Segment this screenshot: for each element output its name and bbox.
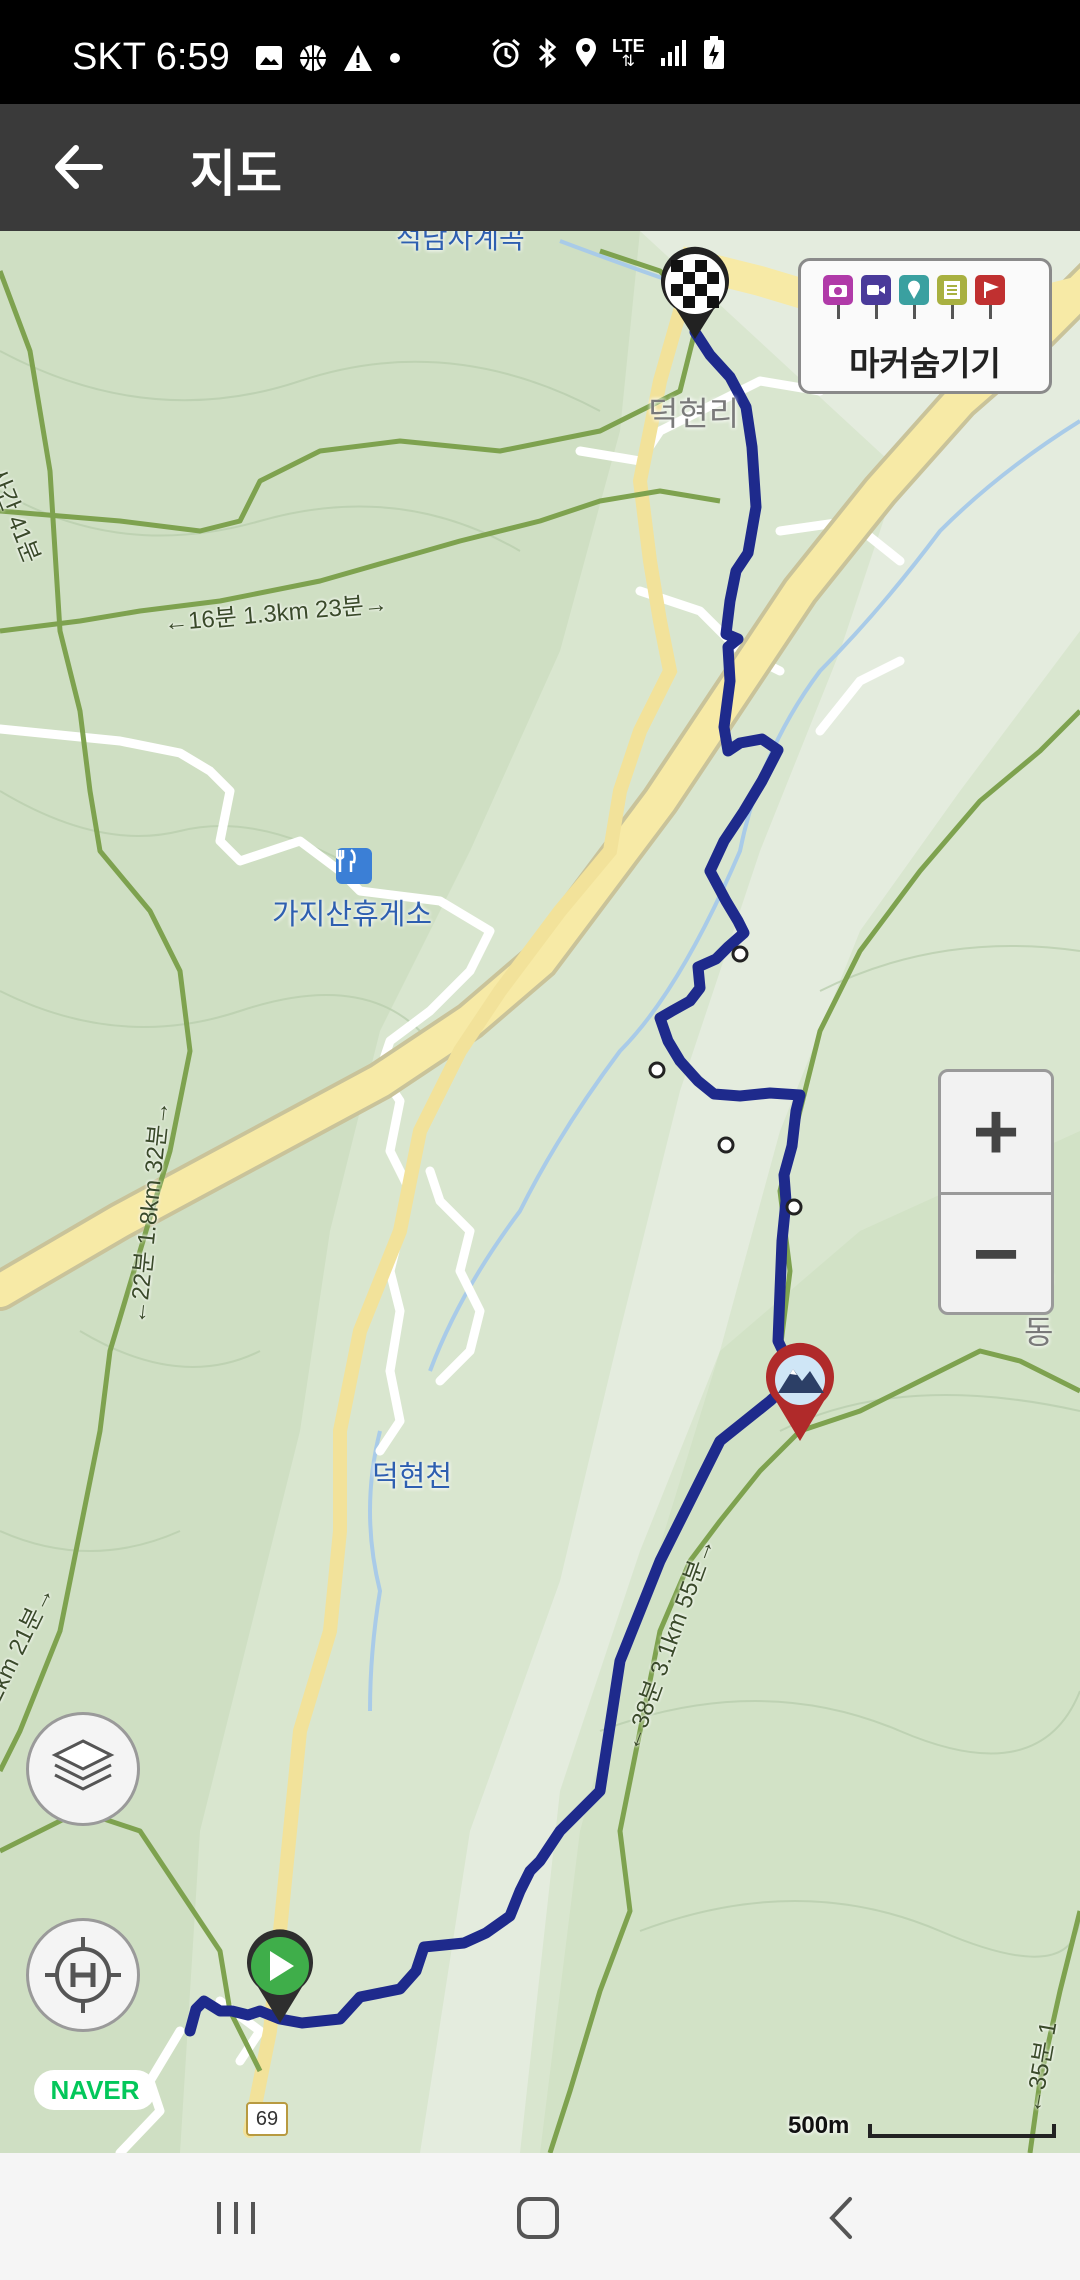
layers-icon — [51, 1739, 115, 1791]
back-nav-icon — [829, 2197, 852, 2239]
page-title: 지도 — [190, 146, 282, 202]
locate-button[interactable] — [26, 1918, 140, 2032]
bluetooth-icon — [538, 37, 557, 69]
waypoint[interactable] — [731, 945, 749, 963]
helipad-icon — [45, 1937, 121, 2013]
pin-icon — [899, 275, 929, 319]
camera-icon — [823, 275, 853, 319]
image-icon — [255, 45, 282, 70]
status-bar: SKT 6:59 LTE ⇅ — [0, 0, 1080, 104]
scale-bar — [868, 2124, 1056, 2138]
marker-hide-label: 마커숨기기 — [849, 345, 1001, 382]
carrier-time: SKT 6:59 — [72, 36, 230, 78]
map-view[interactable]: 석남사계곡 덕현리 가지산휴게소 덕현천 양동 ←16분 1.3km 23분→ … — [0, 231, 1080, 2153]
recent-apps-icon — [217, 2202, 255, 2234]
flag-icon — [975, 275, 1005, 319]
warning-icon — [343, 44, 372, 71]
signal-icon — [660, 40, 686, 66]
restaurant-icon — [336, 849, 356, 872]
zoom-out-button[interactable]: − — [941, 1195, 1051, 1312]
video-icon — [861, 275, 891, 319]
scale-label: 500m — [788, 2112, 850, 2139]
alarm-icon — [492, 38, 520, 68]
naver-logo: NAVER — [34, 2070, 156, 2110]
layers-button[interactable] — [26, 1712, 140, 1826]
home-icon — [517, 2197, 559, 2239]
dot-icon — [389, 52, 400, 63]
stream-label: 덕현천 — [372, 1461, 453, 1493]
zoom-in-button[interactable]: + — [941, 1072, 1051, 1195]
location-icon — [576, 38, 596, 67]
app-bar: 지도 — [0, 104, 1080, 231]
waypoint[interactable] — [648, 1061, 666, 1079]
back-button[interactable] — [44, 132, 114, 202]
village-label: 덕현리 — [648, 395, 740, 432]
waypoint[interactable] — [717, 1136, 735, 1154]
system-nav-bar — [0, 2153, 1080, 2280]
back-nav-button[interactable] — [780, 2175, 900, 2261]
status-left: SKT 6:59 — [72, 36, 402, 79]
home-button[interactable] — [478, 2175, 598, 2261]
road-number-badge: 69 — [246, 2102, 288, 2136]
top-cut-label: 석남사계곡 — [396, 231, 525, 254]
rest-area-label: 가지산휴게소 — [272, 899, 433, 931]
lte-icon: LTE ⇅ — [612, 36, 645, 70]
marker-hide-button[interactable]: 마커숨기기 — [798, 258, 1052, 394]
arrow-left-icon — [55, 145, 103, 189]
status-right: LTE ⇅ — [490, 36, 725, 70]
battery-charging-icon — [703, 36, 724, 69]
rest-area-poi[interactable] — [336, 848, 372, 884]
note-icon — [937, 275, 967, 319]
basketball-icon — [299, 44, 326, 71]
marker-icons — [823, 275, 1005, 319]
zoom-control: + − — [938, 1069, 1054, 1315]
waypoint[interactable] — [785, 1198, 803, 1216]
recent-apps-button[interactable] — [176, 2175, 296, 2261]
